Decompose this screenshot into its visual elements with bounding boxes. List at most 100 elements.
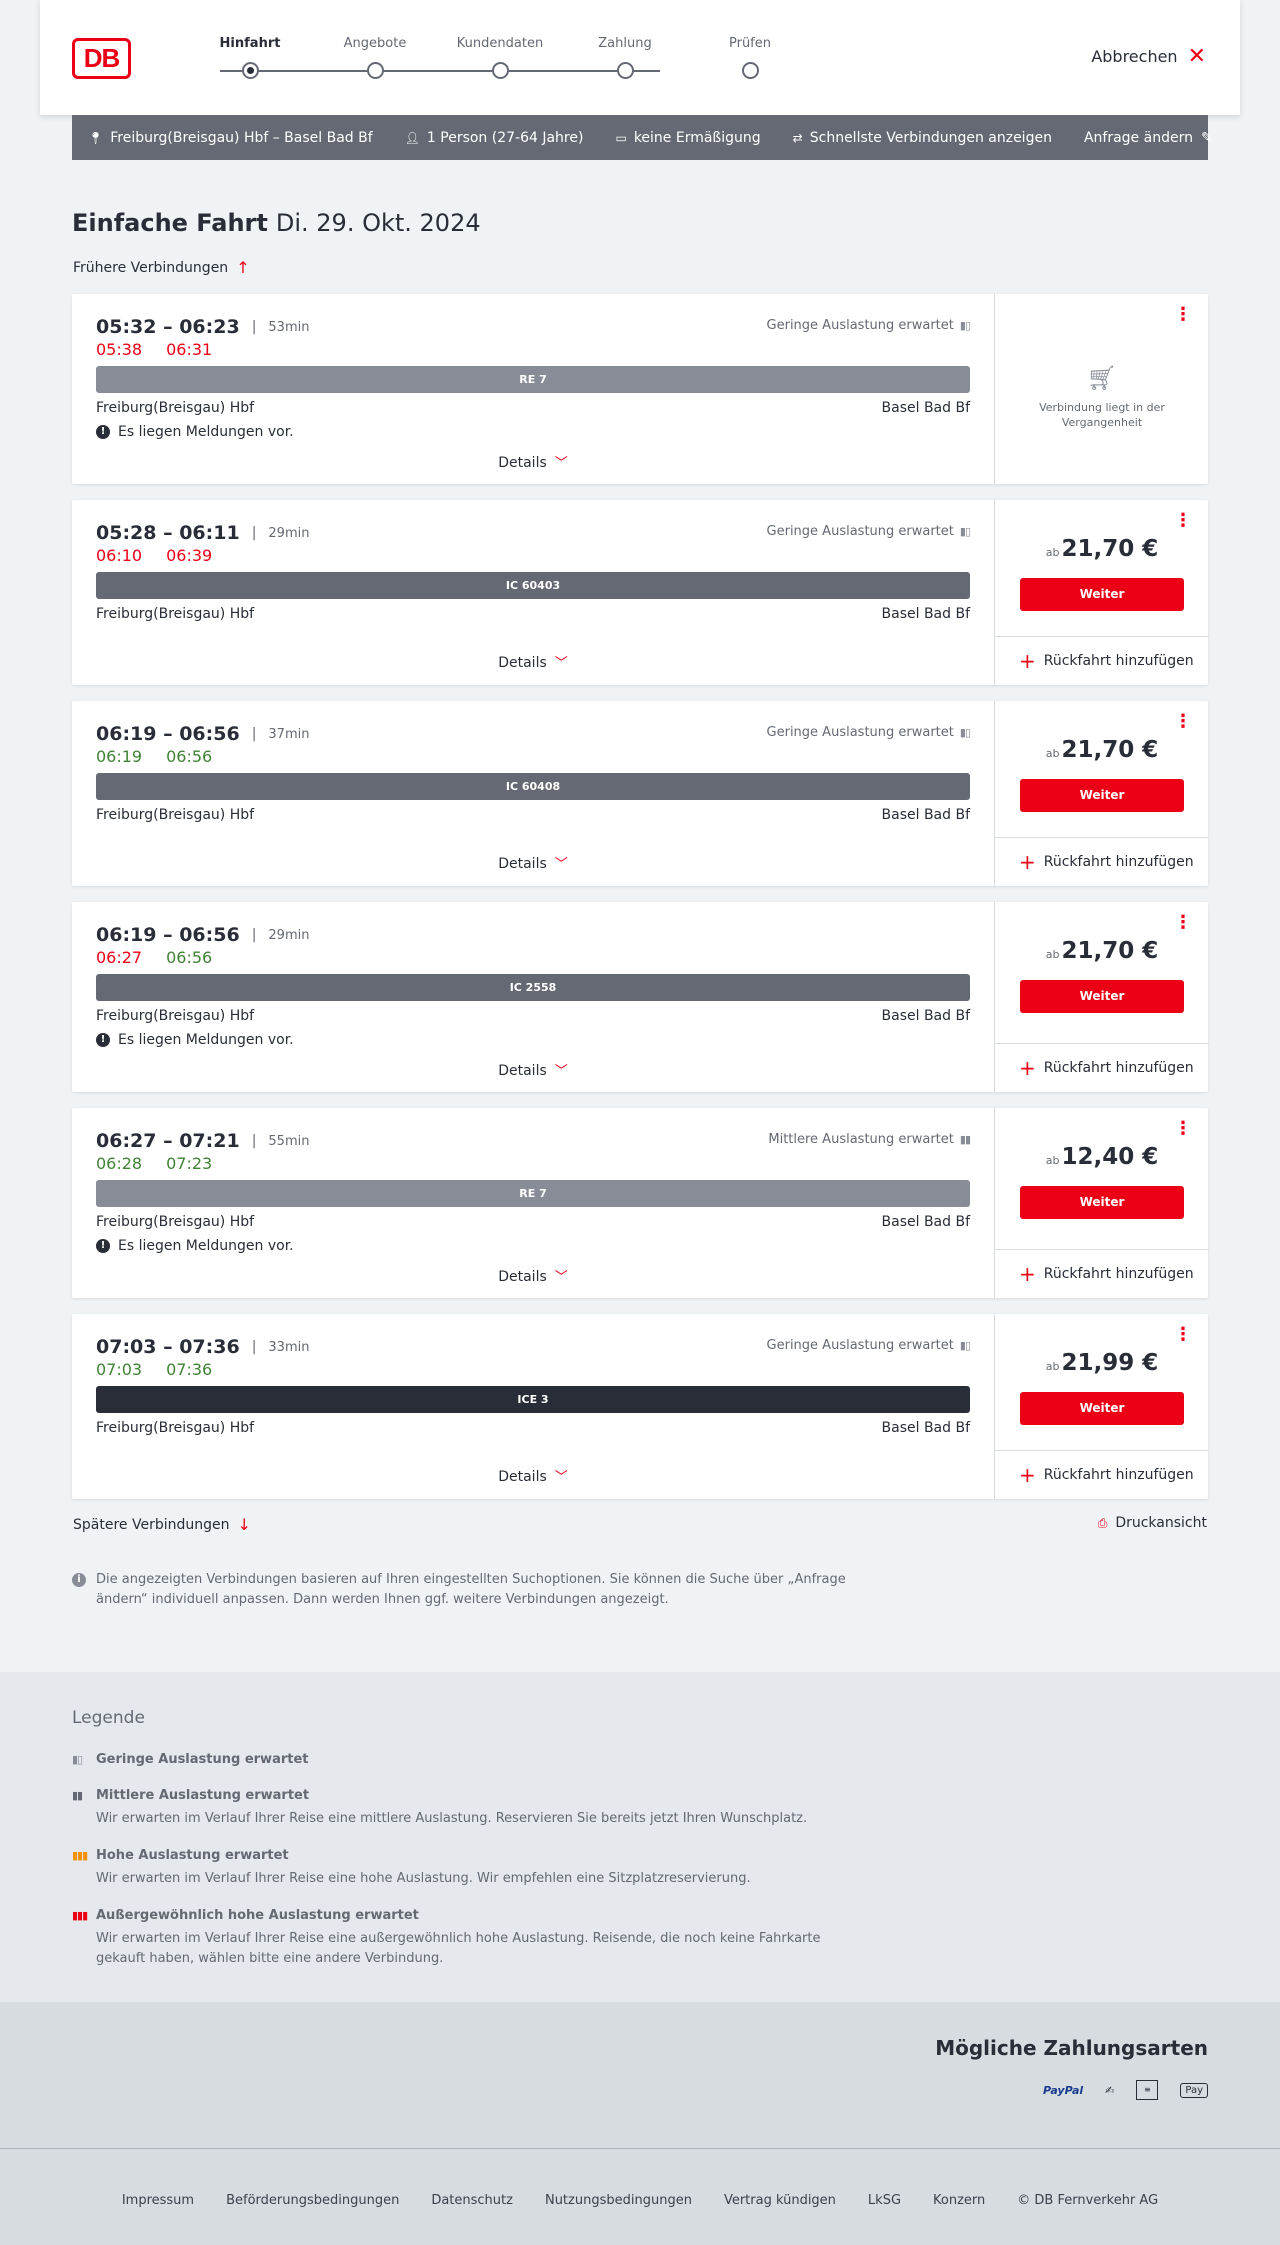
load-text: Mittlere Auslastung erwartet (768, 1132, 954, 1147)
later-connections-link[interactable]: Spätere Verbindungen ↓ (73, 1515, 251, 1534)
separator: | (251, 319, 257, 335)
price-amount: 21,70 € (1061, 536, 1159, 562)
departure-station: Freiburg(Breisgau) Hbf (96, 807, 255, 823)
connection-main[interactable]: 06:27 – 07:21 | 55min Mittlere Auslastung … (72, 1108, 994, 1298)
price: ab21,70 € (995, 536, 1209, 562)
connection-offer: ⋮ 🛒︎ Verbindung liegt in der Vergangenhe… (994, 294, 1208, 484)
connection-times: 06:27 – 07:21 | 55min (96, 1130, 309, 1152)
load-indicator: Geringe Auslastung erwartet ▮▯ (766, 318, 971, 333)
connection-main[interactable]: 07:03 – 07:36 | 33min Geringe Auslastung e… (72, 1314, 994, 1499)
plus-icon: + (1019, 649, 1036, 673)
step-label: Zahlung (598, 36, 652, 51)
continue-button[interactable]: Weiter (1020, 980, 1184, 1013)
details-toggle[interactable]: Details ﹀ (72, 1266, 994, 1285)
legend-label: Mittlere Auslastung erwartet (96, 1788, 310, 1803)
details-toggle[interactable]: Details ﹀ (72, 853, 994, 872)
details-toggle[interactable]: Details ﹀ (72, 1060, 994, 1079)
footer-link-datenschutz[interactable]: Datenschutz (431, 2193, 513, 2208)
continue-button[interactable]: Weiter (1020, 1392, 1184, 1425)
occupancy-low-icon: ▮▯ (959, 1339, 971, 1352)
details-label: Details (498, 1269, 547, 1285)
trip-type: Einfache Fahrt (72, 209, 268, 237)
trip-date: Di. 29. Okt. 2024 (275, 209, 481, 237)
details-toggle[interactable]: Details ﹀ (72, 652, 994, 671)
page: DB Hinfahrt Angebote Kundendaten Zahlung… (0, 0, 1280, 2245)
discount-text: keine Ermäßigung (633, 129, 761, 146)
arrival-station: Basel Bad Bf (881, 1420, 970, 1436)
discount-summary: ▭ keine Ermäßigung (615, 130, 760, 146)
duration: 33min (268, 1339, 310, 1355)
planned-times: 07:03 – 07:36 (96, 1336, 240, 1358)
train-bar: IC 60403 (96, 572, 970, 599)
footer-copyright: © DB Fernverkehr AG (1017, 2193, 1159, 2208)
add-return-button[interactable]: + Rückfahrt hinzufügen (995, 1249, 1209, 1298)
footer: Impressum Beförderungsbedingungen Datens… (0, 2148, 1280, 2245)
price-amount: 21,99 € (1061, 1350, 1159, 1376)
footer-link-vertrag-kuendigen[interactable]: Vertrag kündigen (724, 2193, 836, 2208)
connection-offer: ⋮ ab12,40 € Weiter + Rückfahrt hinzufügen (994, 1108, 1209, 1298)
info-note: i Die angezeigten Verbindungen basieren a… (72, 1570, 852, 1610)
duration: 29min (268, 525, 310, 541)
continue-button[interactable]: Weiter (1020, 578, 1184, 611)
exclamation-icon: ! (96, 425, 110, 439)
connection-main[interactable]: 05:32 – 06:23 | 53min Geringe Auslastung e… (72, 294, 994, 484)
route-summary: 📍︎ Freiburg(Breisgau) Hbf – Basel Bad Bf (88, 130, 373, 146)
earlier-connections-link[interactable]: Frühere Verbindungen ↑ (73, 258, 250, 277)
legend-label: Außergewöhnlich hohe Auslastung erwartet (96, 1908, 419, 1923)
continue-button[interactable]: Weiter (1020, 1186, 1184, 1219)
train-bar: ICE 3 (96, 1386, 970, 1413)
cancel-button[interactable]: Abbrechen ✕ (1091, 45, 1206, 67)
db-logo[interactable]: DB (72, 38, 131, 79)
add-return-button[interactable]: + Rückfahrt hinzufügen (995, 1450, 1209, 1499)
plus-icon: + (1019, 850, 1036, 874)
fastest-toggle[interactable]: ⇄ Schnellste Verbindungen anzeigen (793, 130, 1052, 146)
swap-arrows-icon: ⇄ (792, 130, 803, 145)
footer-link-nutzungsbedingungen[interactable]: Nutzungsbedingungen (545, 2193, 692, 2208)
step-kundendaten: Kundendaten (440, 34, 560, 79)
notice-text: Es liegen Meldungen vor. (118, 424, 294, 440)
add-return-button[interactable]: + Rückfahrt hinzufügen (995, 636, 1209, 685)
step-label: Hinfahrt (219, 36, 281, 51)
more-options-icon[interactable]: ⋮ (1174, 1120, 1192, 1138)
edit-request-label: Anfrage ändern (1083, 129, 1193, 146)
connection-main[interactable]: 06:19 – 06:56 | 37min Geringe Auslastung e… (72, 701, 994, 886)
details-toggle[interactable]: Details ﹀ (72, 452, 994, 471)
more-options-icon[interactable]: ⋮ (1174, 713, 1192, 731)
print-view-link[interactable]: ⎙ Druckansicht (1098, 1515, 1207, 1531)
step-pruefen: Prüfen (690, 34, 810, 79)
shopping-cart-icon: 🛒︎ (1086, 364, 1118, 392)
details-toggle[interactable]: Details ﹀ (72, 1466, 994, 1485)
payment-section: Mögliche Zahlungsarten PayPal ✍︎ ≡ Pay (0, 2002, 1280, 2148)
add-return-button[interactable]: + Rückfahrt hinzufügen (995, 837, 1209, 886)
departure-station: Freiburg(Breisgau) Hbf (96, 1214, 255, 1230)
occupancy-low-icon: ▮▯ (959, 726, 971, 739)
notice: ! Es liegen Meldungen vor. (96, 424, 294, 440)
header: DB Hinfahrt Angebote Kundendaten Zahlung… (40, 0, 1240, 115)
realtime-times: 06:28 07:23 (96, 1154, 212, 1173)
add-return-button[interactable]: + Rückfahrt hinzufügen (995, 1043, 1209, 1092)
edit-request-button[interactable]: Anfrage ändern ✎ (1084, 130, 1213, 146)
more-options-icon[interactable]: ⋮ (1174, 512, 1192, 530)
duration: 55min (268, 1133, 310, 1149)
realtime-arrival: 06:56 (166, 948, 213, 967)
realtime-arrival: 07:36 (166, 1360, 213, 1379)
more-options-icon[interactable]: ⋮ (1174, 1326, 1192, 1344)
footer-link-impressum[interactable]: Impressum (122, 2193, 194, 2208)
more-options-icon[interactable]: ⋮ (1174, 306, 1192, 324)
separator: | (251, 525, 257, 541)
departure-station: Freiburg(Breisgau) Hbf (96, 400, 255, 416)
footer-link-befoerderungsbedingungen[interactable]: Beförderungsbedingungen (226, 2193, 399, 2208)
realtime-departure: 06:28 (96, 1154, 143, 1173)
footer-link-konzern[interactable]: Konzern (933, 2193, 985, 2208)
more-options-icon[interactable]: ⋮ (1174, 914, 1192, 932)
connection-main[interactable]: 06:19 – 06:56 | 29min 06:27 06:56 IC 2558 F… (72, 902, 994, 1092)
footer-link-lksg[interactable]: LkSG (868, 2193, 901, 2208)
continue-button[interactable]: Weiter (1020, 779, 1184, 812)
printer-icon: ⎙ (1097, 1515, 1108, 1530)
location-pin-icon: 📍︎ (88, 130, 104, 145)
price: ab12,40 € (995, 1144, 1209, 1170)
connection-main[interactable]: 05:28 – 06:11 | 29min Geringe Auslastung e… (72, 500, 994, 685)
step-dot (241, 62, 259, 79)
load-text: Geringe Auslastung erwartet (766, 318, 954, 333)
planned-times: 06:19 – 06:56 (96, 723, 240, 745)
